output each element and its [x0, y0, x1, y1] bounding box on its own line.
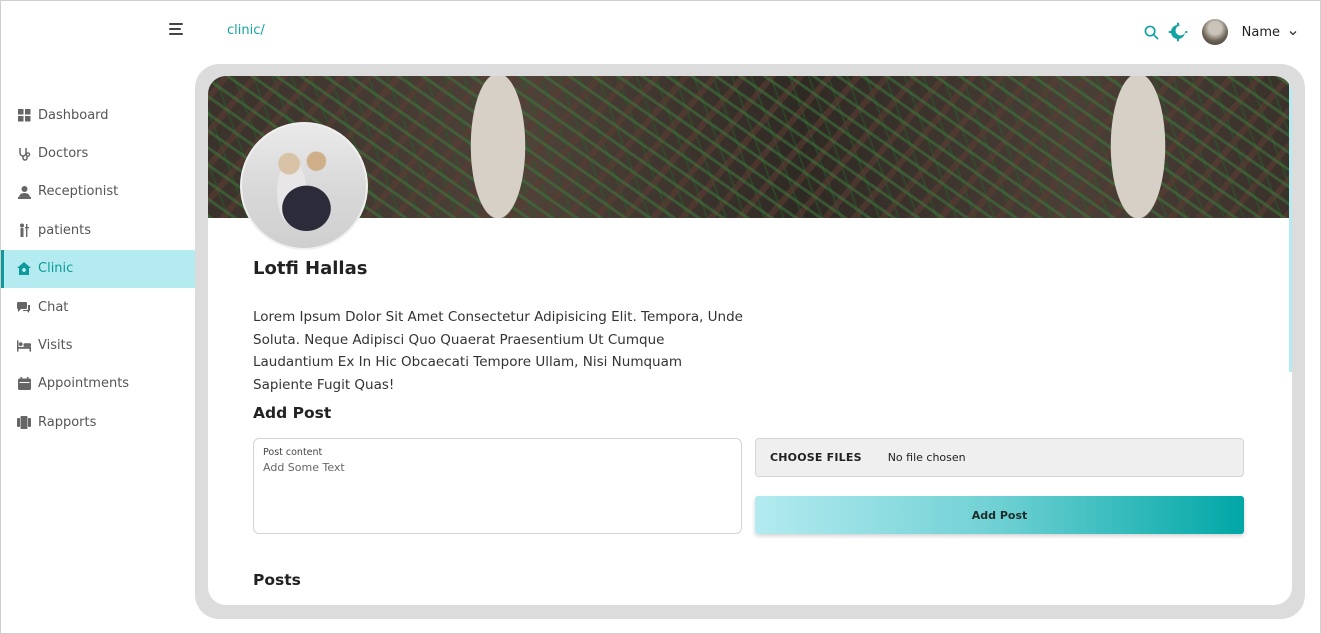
bed-icon	[17, 339, 31, 353]
file-upload[interactable]: CHOOSE FILES No file chosen	[755, 438, 1244, 477]
sidebar-item-dashboard[interactable]: Dashboard	[1, 96, 195, 134]
scroll-indicator[interactable]	[1289, 76, 1292, 372]
post-content-field[interactable]: Post content	[253, 438, 742, 534]
post-content-input[interactable]	[263, 461, 733, 527]
sidebar-item-label: Chat	[38, 299, 69, 315]
sidebar-item-patients[interactable]: patients	[1, 211, 195, 249]
choose-files-button[interactable]: CHOOSE FILES	[770, 451, 862, 464]
sidebar-item-label: Dashboard	[38, 107, 109, 123]
sidebar-item-clinic[interactable]: Clinic	[1, 249, 195, 289]
breadcrumb[interactable]: clinic/	[227, 23, 265, 38]
user-name[interactable]: Name	[1242, 25, 1280, 40]
search-icon[interactable]	[1142, 22, 1162, 42]
profile-name: Lotfi Hallas	[253, 258, 368, 279]
add-post-button[interactable]: Add Post	[755, 496, 1244, 534]
posts-title: Posts	[253, 571, 301, 589]
post-content-label: Post content	[263, 447, 323, 458]
calendar-icon	[17, 377, 31, 391]
chevron-down-icon[interactable]	[1288, 23, 1298, 42]
sidebar-item-label: Doctors	[38, 146, 89, 162]
sidebar: Dashboard Doctors Receptionist patients …	[1, 96, 195, 442]
cover-image	[208, 76, 1289, 218]
top-bar: clinic/ Name	[1, 1, 1320, 61]
grid-icon	[17, 108, 31, 122]
sidebar-item-label: Clinic	[38, 261, 74, 277]
theme-toggle-icon[interactable]	[1168, 22, 1188, 42]
receptionist-icon	[17, 185, 31, 199]
profile-avatar	[240, 122, 368, 250]
header-actions: Name	[1142, 18, 1298, 46]
sidebar-item-label: Receptionist	[38, 184, 119, 200]
sidebar-item-label: Appointments	[38, 376, 130, 392]
add-post-title: Add Post	[253, 404, 332, 422]
sidebar-item-rapports[interactable]: Rapports	[1, 403, 195, 441]
report-icon	[17, 415, 31, 429]
menu-icon[interactable]	[169, 23, 189, 41]
sidebar-item-chat[interactable]: Chat	[1, 288, 195, 326]
sidebar-item-label: Visits	[38, 338, 73, 354]
patient-icon	[17, 223, 31, 237]
profile-card: Lotfi Hallas Lorem Ipsum Dolor Sit Amet …	[208, 76, 1292, 605]
content-frame: Lotfi Hallas Lorem Ipsum Dolor Sit Amet …	[195, 64, 1305, 619]
user-avatar[interactable]	[1201, 19, 1228, 45]
file-status: No file chosen	[887, 451, 966, 464]
sidebar-item-visits[interactable]: Visits	[1, 326, 195, 364]
sidebar-item-label: Rapports	[38, 414, 97, 430]
sidebar-item-appointments[interactable]: Appointments	[1, 365, 195, 403]
home-icon	[17, 262, 31, 276]
stethoscope-icon	[17, 147, 31, 161]
sidebar-item-label: patients	[38, 222, 92, 238]
sidebar-item-doctors[interactable]: Doctors	[1, 134, 195, 172]
sidebar-item-receptionist[interactable]: Receptionist	[1, 173, 195, 211]
profile-bio: Lorem Ipsum Dolor Sit Amet Consectetur A…	[253, 309, 743, 393]
chat-icon	[17, 300, 31, 314]
